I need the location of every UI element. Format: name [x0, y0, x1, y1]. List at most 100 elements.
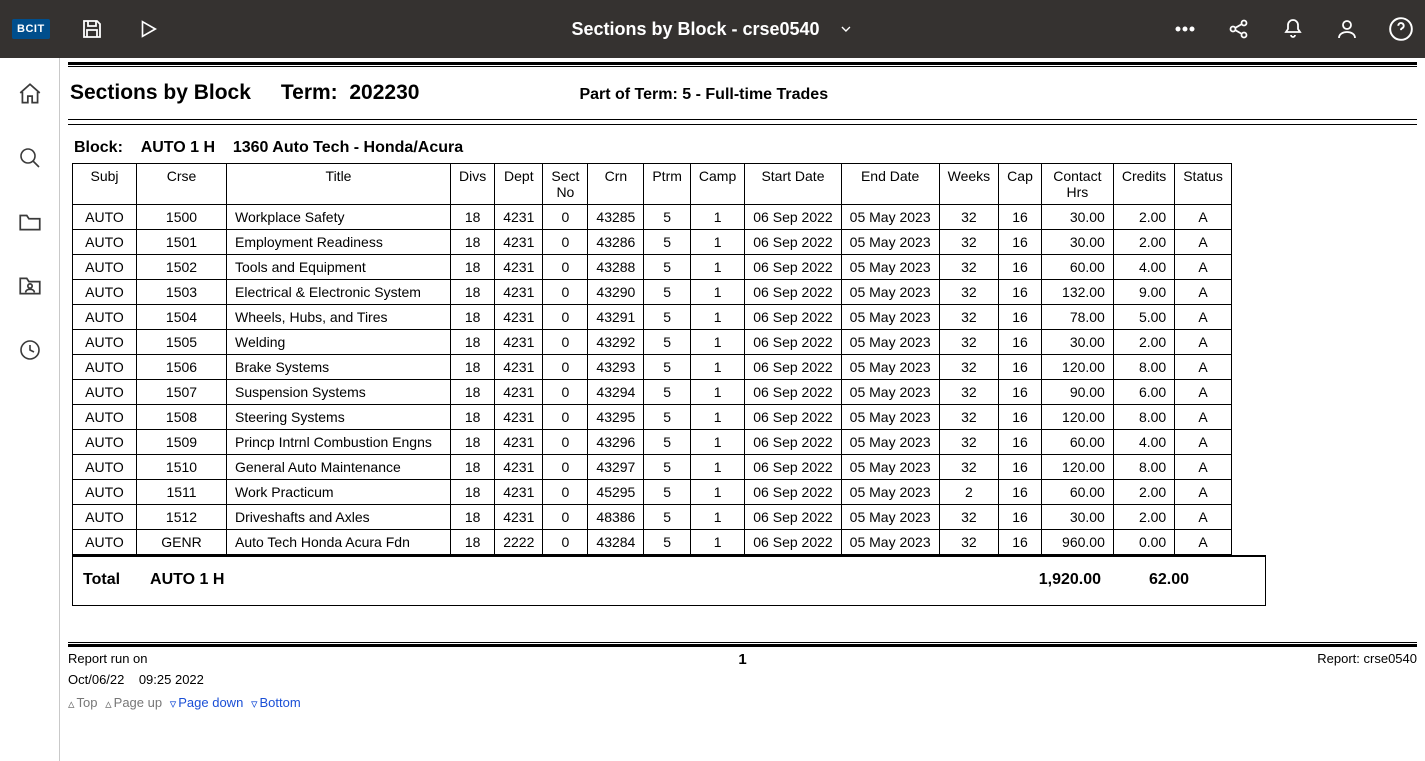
cell: 18 — [451, 255, 495, 280]
cell: 43286 — [588, 230, 644, 255]
pager-nav: ▵Top ▵Page up ▿Page down ▿Bottom — [68, 695, 1417, 712]
page-number: 1 — [738, 651, 746, 668]
col-cap: Cap — [999, 164, 1042, 205]
recent-icon[interactable] — [16, 336, 44, 364]
cell: 05 May 2023 — [841, 255, 939, 280]
cell: 16 — [999, 505, 1042, 530]
cell: 1 — [690, 330, 744, 355]
nav-top[interactable]: Top — [77, 695, 98, 710]
cell: 4231 — [495, 405, 543, 430]
cell: 05 May 2023 — [841, 480, 939, 505]
more-icon[interactable] — [1171, 15, 1199, 43]
cell: 18 — [451, 430, 495, 455]
cell: 16 — [999, 355, 1042, 380]
cell: 18 — [451, 505, 495, 530]
cell: Wheels, Hubs, and Tires — [227, 305, 451, 330]
cell: 06 Sep 2022 — [745, 405, 841, 430]
top-icon: ▵ — [68, 696, 75, 712]
cell: 06 Sep 2022 — [745, 380, 841, 405]
report-header: Sections by Block Term: 202230 Part of T… — [70, 81, 1417, 105]
page-title-dropdown[interactable]: Sections by Block - crse0540 — [571, 19, 853, 40]
cell: 78.00 — [1041, 305, 1113, 330]
cell: 32 — [939, 230, 999, 255]
user-icon[interactable] — [1333, 15, 1361, 43]
cell: 06 Sep 2022 — [745, 230, 841, 255]
cell: 32 — [939, 280, 999, 305]
divider — [68, 62, 1417, 65]
cell: 8.00 — [1113, 405, 1174, 430]
cell: A — [1175, 505, 1232, 530]
run-on-label: Report run on — [68, 651, 148, 666]
cell: GENR — [137, 530, 227, 555]
save-icon[interactable] — [78, 15, 106, 43]
cell: 06 Sep 2022 — [745, 455, 841, 480]
run-icon[interactable] — [134, 15, 162, 43]
cell: 0 — [543, 405, 588, 430]
bell-icon[interactable] — [1279, 15, 1307, 43]
cell: 0 — [543, 280, 588, 305]
cell: 06 Sep 2022 — [745, 330, 841, 355]
cell: 1510 — [137, 455, 227, 480]
cell: Work Practicum — [227, 480, 451, 505]
cell: 120.00 — [1041, 405, 1113, 430]
col-camp: Camp — [690, 164, 744, 205]
cell: 16 — [999, 480, 1042, 505]
cell: 0.00 — [1113, 530, 1174, 555]
cell: 5 — [644, 380, 691, 405]
nav-pagedown[interactable]: Page down — [178, 695, 243, 710]
home-icon[interactable] — [16, 80, 44, 108]
chevron-down-icon — [838, 21, 854, 37]
cell: 4.00 — [1113, 255, 1174, 280]
cell: 132.00 — [1041, 280, 1113, 305]
help-icon[interactable] — [1387, 15, 1415, 43]
col-dept: Dept — [495, 164, 543, 205]
table-header: Subj Crse Title Divs Dept SectNo Crn Ptr… — [73, 164, 1232, 205]
table-row: AUTO1506Brake Systems1842310432935106 Se… — [73, 355, 1232, 380]
cell: 2.00 — [1113, 230, 1174, 255]
window-title: Sections by Block - crse0540 — [571, 19, 819, 40]
table-row: AUTOGENRAuto Tech Honda Acura Fdn1822220… — [73, 530, 1232, 555]
cell: AUTO — [73, 205, 137, 230]
cell: Electrical & Electronic System — [227, 280, 451, 305]
cell: 43297 — [588, 455, 644, 480]
cell: 43291 — [588, 305, 644, 330]
cell: AUTO — [73, 530, 137, 555]
cell: A — [1175, 430, 1232, 455]
person-folder-icon[interactable] — [16, 272, 44, 300]
cell: 18 — [451, 205, 495, 230]
cell: 1 — [690, 480, 744, 505]
cell: 43293 — [588, 355, 644, 380]
cell: 05 May 2023 — [841, 230, 939, 255]
cell: 0 — [543, 355, 588, 380]
cell: 1 — [690, 530, 744, 555]
part-of-term: Part of Term: 5 - Full-time Trades — [579, 86, 828, 104]
cell: 5 — [644, 480, 691, 505]
cell: AUTO — [73, 480, 137, 505]
cell: 1 — [690, 405, 744, 430]
cell: 18 — [451, 330, 495, 355]
cell: Princp Intrnl Combustion Engns — [227, 430, 451, 455]
cell: A — [1175, 205, 1232, 230]
folder-icon[interactable] — [16, 208, 44, 236]
cell: Workplace Safety — [227, 205, 451, 230]
cell: 18 — [451, 380, 495, 405]
nav-pageup[interactable]: Page up — [114, 695, 162, 710]
cell: 960.00 — [1041, 530, 1113, 555]
cell: 30.00 — [1041, 205, 1113, 230]
cell: 5.00 — [1113, 305, 1174, 330]
cell: 4231 — [495, 255, 543, 280]
cell: 43295 — [588, 405, 644, 430]
share-icon[interactable] — [1225, 15, 1253, 43]
cell: 06 Sep 2022 — [745, 505, 841, 530]
table-row: AUTO1501Employment Readiness184231043286… — [73, 230, 1232, 255]
nav-bottom[interactable]: Bottom — [259, 695, 300, 710]
cell: 16 — [999, 380, 1042, 405]
col-crse: Crse — [137, 164, 227, 205]
cell: 30.00 — [1041, 505, 1113, 530]
cell: A — [1175, 230, 1232, 255]
table-row: AUTO1509Princp Intrnl Combustion Engns18… — [73, 430, 1232, 455]
cell: 1505 — [137, 330, 227, 355]
search-icon[interactable] — [16, 144, 44, 172]
cell: 16 — [999, 305, 1042, 330]
cell: 4231 — [495, 505, 543, 530]
